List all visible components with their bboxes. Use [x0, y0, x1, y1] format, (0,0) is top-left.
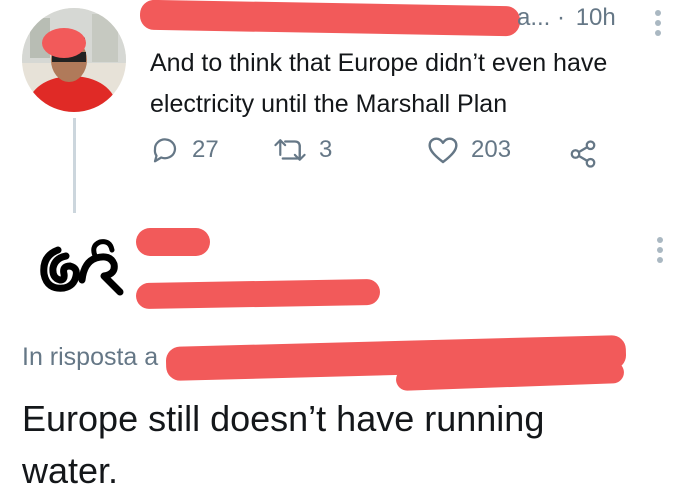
more-vertical-icon[interactable] [657, 237, 663, 267]
retweet-count: 3 [319, 136, 333, 163]
logo-glyph-icon [40, 239, 124, 296]
handle-tail[interactable]: a... [517, 4, 550, 31]
reply-text-line: water. [22, 450, 119, 491]
tweet-time[interactable]: 10h [576, 4, 616, 31]
reply-handle-redaction [135, 278, 381, 310]
reply-text: Europe still doesn’t have running water. [22, 393, 682, 497]
reply-button[interactable]: 27 [150, 135, 219, 165]
more-vertical-icon[interactable] [655, 10, 661, 40]
reply-count: 27 [192, 136, 219, 163]
thread-connector-line [73, 118, 76, 213]
avatar-redaction [42, 28, 86, 58]
retweet-button[interactable]: 3 [273, 135, 332, 165]
like-icon [428, 137, 458, 164]
share-button[interactable] [568, 139, 598, 169]
share-icon [570, 140, 596, 168]
avatar[interactable] [22, 8, 126, 112]
author-name-redaction [139, 0, 521, 37]
reply-icon [153, 138, 177, 163]
tweet-actions: 27 3 203 [150, 135, 610, 175]
reply-author-redaction [136, 228, 210, 256]
like-count: 203 [471, 136, 512, 163]
retweet-icon [274, 139, 306, 161]
tweet-text: And to think that Europe didn’t even hav… [150, 43, 680, 125]
tweet-text-line: And to think that Europe didn’t even hav… [150, 49, 608, 77]
reply-context-label: In risposta a [22, 343, 159, 371]
reply-context: In risposta a [22, 343, 158, 372]
tweet-meta: a... · 10h [517, 4, 616, 32]
avatar-image [22, 8, 126, 112]
like-button[interactable]: 203 [427, 135, 511, 165]
meta-separator: · [557, 4, 566, 31]
reply-text-line: Europe still doesn’t have running [22, 398, 545, 439]
tweet-text-line: electricity until the Marshall Plan [150, 90, 508, 118]
profile-logo[interactable] [38, 232, 128, 302]
